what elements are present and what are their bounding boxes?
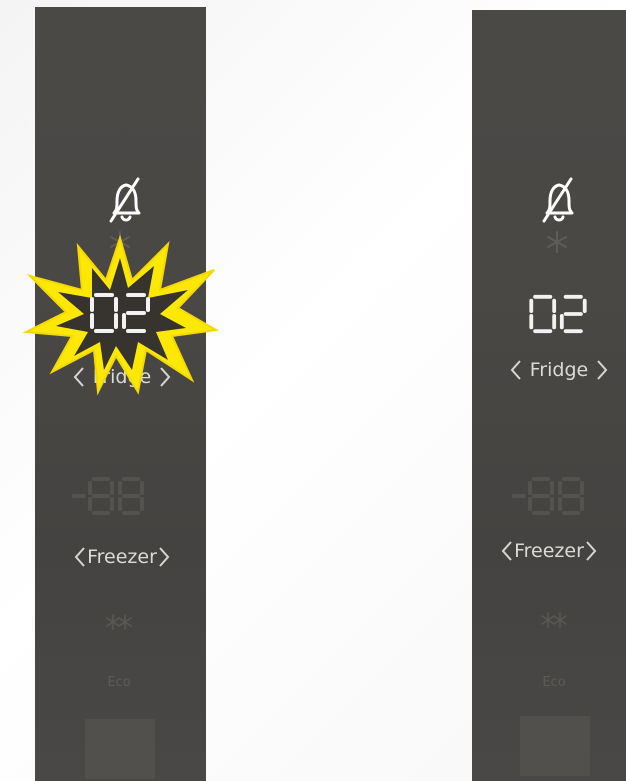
freezer-temperature-digits [512,477,584,515]
chevron-left-icon[interactable] [510,359,522,381]
bell-off-icon[interactable] [538,177,578,227]
chevron-left-icon[interactable] [501,540,513,562]
chevron-right-icon[interactable] [596,359,608,381]
fridge-label: Fridge [529,359,589,381]
chevron-left-icon[interactable] [74,546,86,568]
bell-off-icon[interactable] [105,177,145,227]
right-control-panel: 02 Fridge Freezer Eco [472,10,626,781]
snowflake-icon[interactable] [544,229,570,255]
highlighted-temperature-digits [90,293,150,333]
freezer-label: Freezer [87,546,157,568]
double-snowflake-icon[interactable] [105,612,133,632]
chevron-right-icon[interactable] [585,540,597,562]
lock-button-area[interactable] [85,719,155,779]
eco-label[interactable]: Eco [99,675,139,690]
lock-button-area[interactable] [520,716,590,776]
double-snowflake-icon[interactable] [540,610,568,630]
freezer-temperature-digits [72,477,144,515]
chevron-right-icon[interactable] [158,546,170,568]
freezer-label: Freezer [514,540,584,562]
eco-label[interactable]: Eco [534,675,574,690]
freezer-selector: Freezer [57,542,187,572]
freezer-selector: Freezer [484,536,614,566]
fridge-selector: Fridge [494,355,624,385]
fridge-temperature-digits [529,294,587,334]
